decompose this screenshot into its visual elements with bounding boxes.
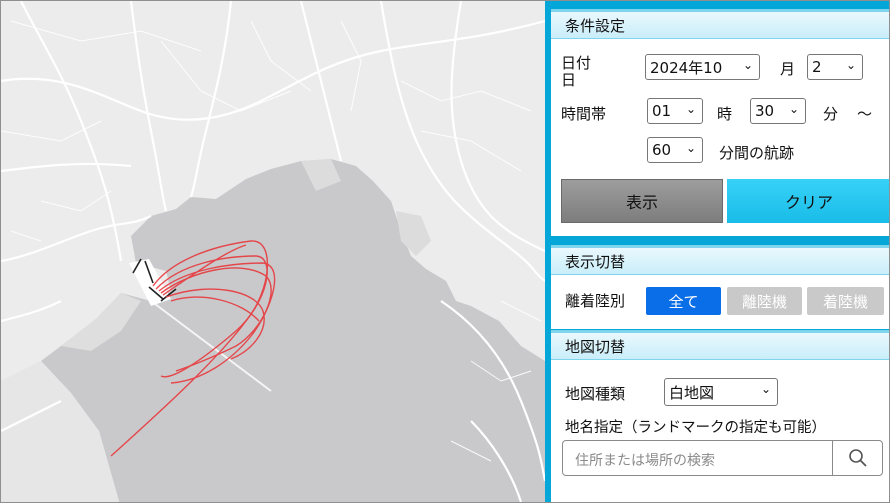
conditions-section: 条件設定 日付 日 2024年10 ⌄ 月 2 ⌄ 時間帯 01 ⌄ 時 30 … [551,9,889,236]
minute-unit: 分 [823,105,839,123]
filter-takeoff-button[interactable]: 離陸機 [727,287,802,315]
conditions-header-label: 条件設定 [565,16,626,35]
chevron-down-icon: ⌄ [685,141,696,155]
display-toggle-section: 表示切替 離着陸別 全て 離陸機 着陸機 [551,245,889,329]
month-label: 月 [780,60,796,78]
search-input[interactable]: 住所または場所の検索 [575,450,715,470]
year-month-value: 2024年10 [650,58,723,77]
minute-value: 30 [755,102,775,120]
clear-button[interactable]: クリア [727,179,889,223]
chevron-down-icon: ⌄ [788,102,799,116]
conditions-header: 条件設定 [551,9,889,39]
filter-landing-button[interactable]: 着陸機 [807,287,884,315]
filter-landing-label: 着陸機 [822,292,868,311]
date-label-line2: 日 [561,71,577,89]
map-toggle-section: 地図切替 地図種類 白地図 ⌄ 地名指定（ランドマークの指定も可能） [551,330,889,502]
show-button-label: 表示 [625,193,658,212]
map-toggle-header: 地図切替 [551,330,889,360]
display-toggle-header: 表示切替 [551,245,889,275]
filter-takeoff-label: 離陸機 [741,292,787,311]
chevron-down-icon: ⌄ [845,58,856,72]
duration-select[interactable]: 60 ⌄ [647,137,703,163]
hour-value: 01 [652,102,672,120]
search-divider [832,441,833,475]
chevron-down-icon: ⌄ [685,102,696,116]
tilde-label: ～ [857,105,873,123]
hour-select[interactable]: 01 ⌄ [647,98,703,124]
search-icon[interactable] [848,448,868,472]
day-select[interactable]: 2 ⌄ [807,54,863,80]
clear-button-label: クリア [784,193,833,212]
place-name-label: 地名指定（ランドマークの指定も可能） [565,420,826,436]
map-canvas [1,1,545,502]
map-type-select[interactable]: 白地図 ⌄ [664,378,778,406]
year-month-select[interactable]: 2024年10 ⌄ [645,54,760,80]
day-value: 2 [812,58,822,76]
takeoff-landing-label: 離着陸別 [565,292,626,310]
map-toggle-header-label: 地図切替 [565,337,626,356]
show-button[interactable]: 表示 [561,179,723,223]
minute-select[interactable]: 30 ⌄ [750,98,806,124]
side-panel: 条件設定 日付 日 2024年10 ⌄ 月 2 ⌄ 時間帯 01 ⌄ 時 30 … [545,1,889,502]
chevron-down-icon: ⌄ [760,382,771,396]
duration-value: 60 [652,141,672,159]
date-label-line1: 日付 [561,54,592,72]
filter-all-label: 全て [668,292,699,311]
chevron-down-icon: ⌄ [742,58,753,72]
map-view[interactable] [1,1,545,502]
filter-all-button[interactable]: 全て [646,287,721,315]
place-search-box: 住所または場所の検索 [562,440,883,476]
map-type-value: 白地図 [669,383,715,402]
duration-suffix: 分間の航跡 [719,144,795,162]
app-frame: 条件設定 日付 日 2024年10 ⌄ 月 2 ⌄ 時間帯 01 ⌄ 時 30 … [0,0,890,503]
date-label: 日付 日 [561,55,591,89]
hour-unit: 時 [717,105,733,123]
display-toggle-header-label: 表示切替 [565,252,626,271]
map-type-label: 地図種類 [565,385,626,403]
time-range-label: 時間帯 [561,105,607,123]
